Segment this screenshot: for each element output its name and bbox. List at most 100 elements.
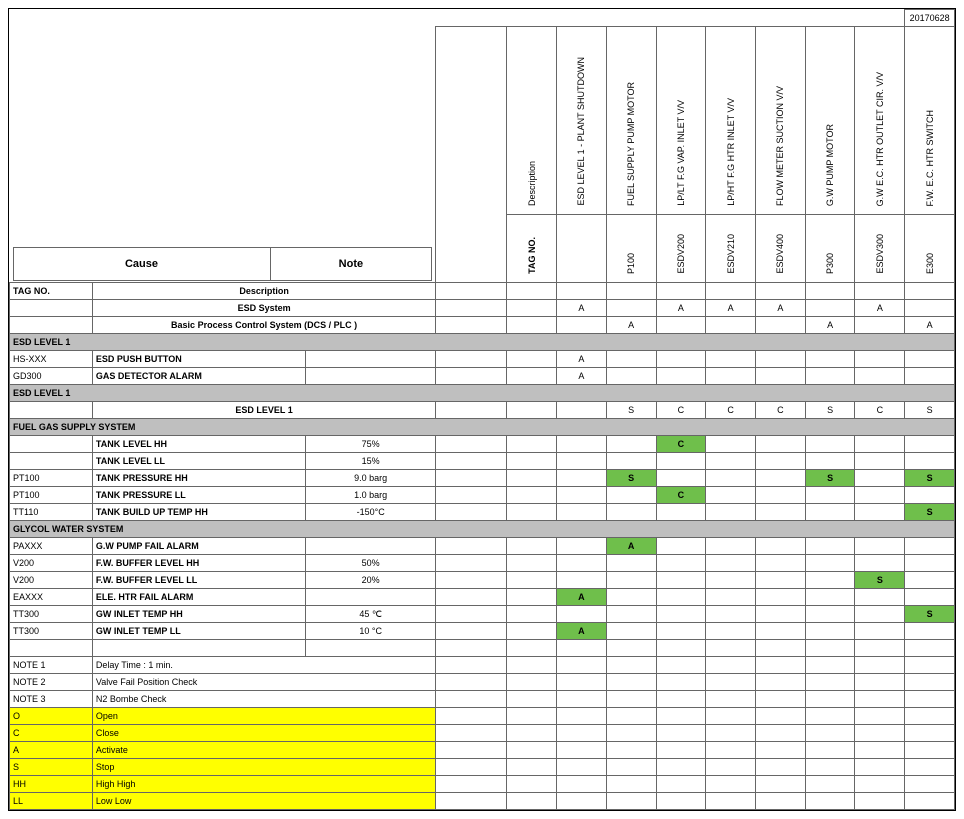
effect-cell: S	[905, 402, 955, 419]
legend-row: CClose	[10, 725, 955, 742]
effect-cell	[905, 555, 955, 572]
effect-cell	[706, 436, 756, 453]
effect-cell	[905, 708, 955, 725]
effect-cell: A	[557, 623, 607, 640]
effect-cell	[706, 742, 756, 759]
eff-desc-8: F.W. E.C. HTR SWITCH	[905, 27, 955, 215]
effect-cell	[756, 572, 806, 589]
effect-cell: C	[656, 402, 706, 419]
eff-desc-1: ESD LEVEL 1 - PLANT SHUTDOWN	[557, 27, 607, 215]
effect-cell	[606, 674, 656, 691]
effect-cell: A	[756, 300, 806, 317]
cause-row: PT100TANK PRESSURE LL1.0 bargC	[10, 487, 955, 504]
effect-cell	[507, 759, 557, 776]
effect-cell	[706, 453, 756, 470]
effect-cell	[805, 776, 855, 793]
effect-cell	[905, 487, 955, 504]
effect-cell	[557, 555, 607, 572]
effect-cell: A	[557, 368, 607, 385]
effect-cell	[706, 606, 756, 623]
effect-cell	[805, 623, 855, 640]
effect-cell	[706, 793, 756, 810]
effect-cell	[656, 589, 706, 606]
effect-cell	[706, 708, 756, 725]
effect-cell	[606, 300, 656, 317]
effect-cell	[905, 759, 955, 776]
effect-cell	[855, 487, 905, 504]
effect-cell: A	[905, 317, 955, 334]
effect-cell	[756, 504, 806, 521]
effect-cell	[905, 572, 955, 589]
effect-cell	[507, 623, 557, 640]
effect-cell	[507, 708, 557, 725]
effect-cell	[756, 742, 806, 759]
legend-row: LLLow Low	[10, 793, 955, 810]
effect-cell	[557, 793, 607, 810]
effect-cell	[905, 725, 955, 742]
section-header: GLYCOL WATER SYSTEM	[10, 521, 955, 538]
effect-cell	[905, 691, 955, 708]
effect-cell	[507, 402, 557, 419]
effect-cell	[706, 759, 756, 776]
effect-cell	[656, 640, 706, 657]
effect-cell	[855, 776, 905, 793]
effect-cell	[656, 572, 706, 589]
effect-cell	[905, 657, 955, 674]
effect-cell	[656, 793, 706, 810]
effect-cell	[905, 300, 955, 317]
effect-cell	[557, 776, 607, 793]
effect-cell	[507, 657, 557, 674]
effect-cell	[656, 538, 706, 555]
effect-cell	[805, 589, 855, 606]
effect-cell	[507, 640, 557, 657]
note-row: NOTE 2Valve Fail Position Check	[10, 674, 955, 691]
effect-cell	[756, 351, 806, 368]
effect-cell	[805, 504, 855, 521]
eff-tag-5: ESDV400	[756, 215, 806, 283]
effect-cell	[805, 351, 855, 368]
effect-cell	[507, 776, 557, 793]
effect-cell	[805, 436, 855, 453]
effect-cell: S	[606, 470, 656, 487]
effect-cell: A	[557, 589, 607, 606]
effect-cell	[507, 538, 557, 555]
effect-cell	[706, 487, 756, 504]
effect-cell	[606, 453, 656, 470]
effect-cell: S	[805, 470, 855, 487]
effect-cell: C	[656, 436, 706, 453]
effect-cell	[557, 504, 607, 521]
effect-cell	[756, 589, 806, 606]
effect-cell	[507, 589, 557, 606]
eff-desc-2: FUEL SUPPLY PUMP MOTOR	[606, 27, 656, 215]
cause-row: PAXXXG.W PUMP FAIL ALARMA	[10, 538, 955, 555]
system-row: ESD SystemAAAAA	[10, 300, 955, 317]
effect-cell	[557, 470, 607, 487]
effect-cell	[805, 453, 855, 470]
cause-row: V200F.W. BUFFER LEVEL LL20%S	[10, 572, 955, 589]
effect-cell: C	[756, 402, 806, 419]
effect-cell	[756, 759, 806, 776]
effect-cell	[905, 776, 955, 793]
effect-cell	[606, 572, 656, 589]
section-header: FUEL GAS SUPPLY SYSTEM	[10, 419, 955, 436]
effect-cell	[606, 793, 656, 810]
effect-cell	[606, 555, 656, 572]
effect-cell	[756, 453, 806, 470]
effect-cell: C	[656, 487, 706, 504]
effect-cell	[656, 623, 706, 640]
eff-tag-0: TAG NO.	[507, 215, 557, 283]
cause-row: TT300GW INLET TEMP HH45 ℃S	[10, 606, 955, 623]
effect-cell	[606, 351, 656, 368]
effect-cell	[606, 589, 656, 606]
effect-cell	[706, 776, 756, 793]
effect-cell	[805, 640, 855, 657]
effect-cell	[756, 368, 806, 385]
effect-cell	[606, 776, 656, 793]
effect-cell	[507, 300, 557, 317]
effect-cell	[656, 674, 706, 691]
effect-cell	[706, 589, 756, 606]
effect-cell	[855, 453, 905, 470]
note-row: NOTE 1Delay Time : 1 min.	[10, 657, 955, 674]
effect-cell	[756, 470, 806, 487]
effect-cell	[905, 640, 955, 657]
